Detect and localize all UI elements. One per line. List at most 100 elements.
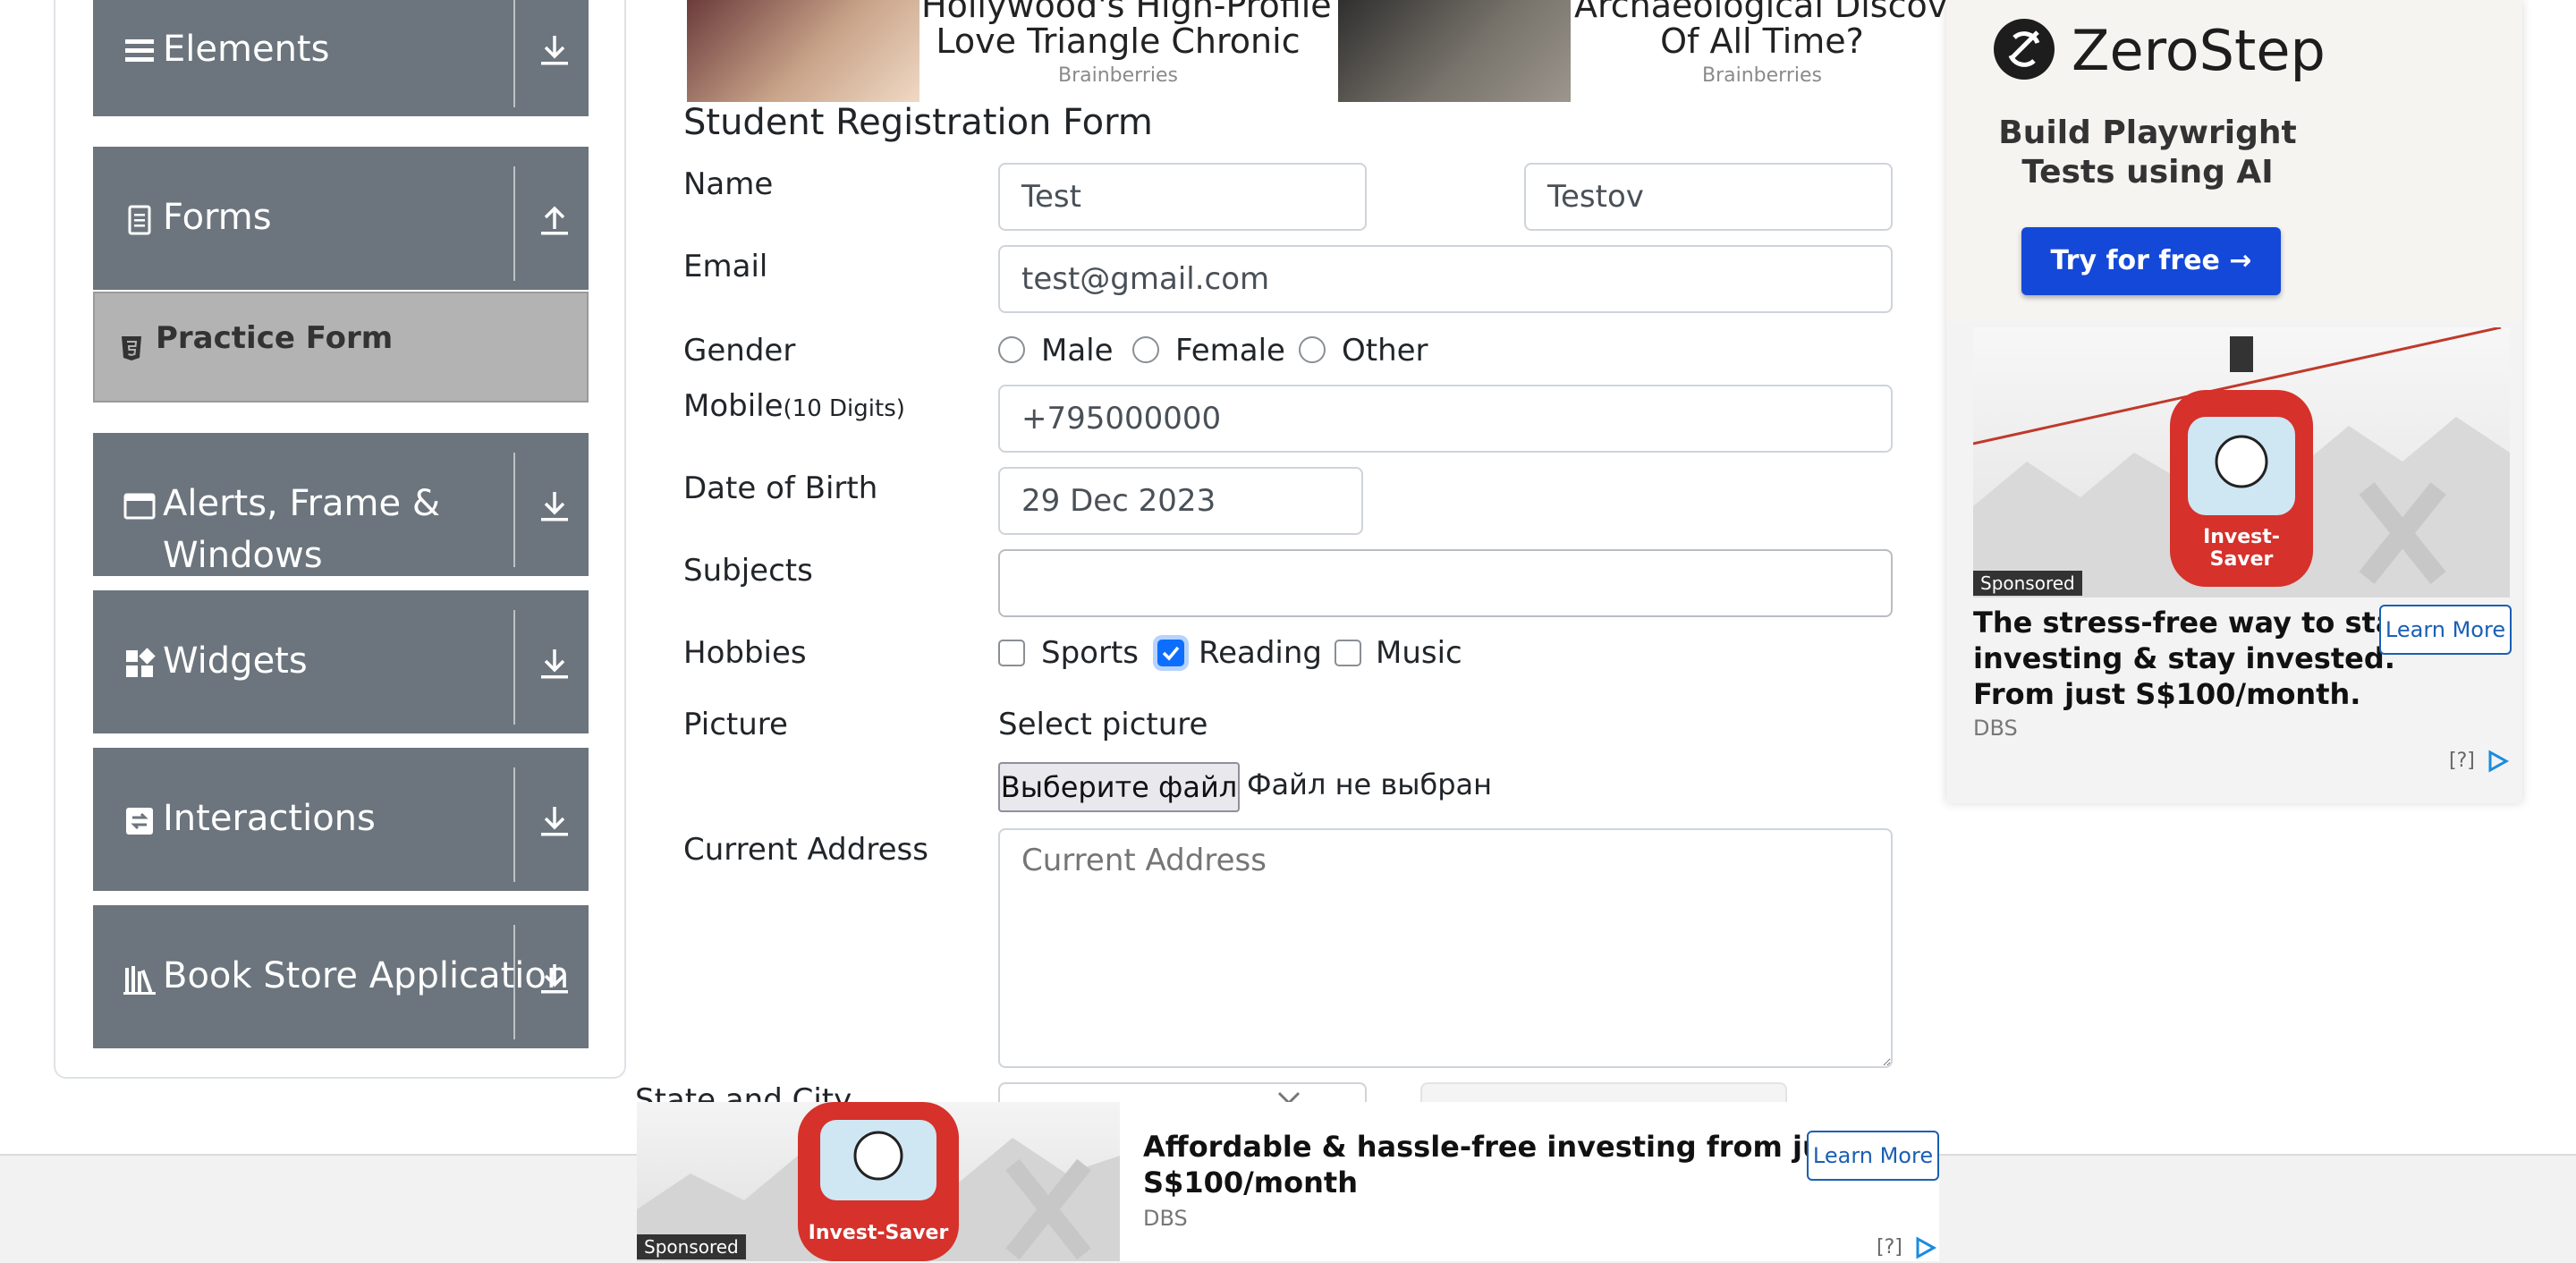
ad-title: Archaeological Discovery bbox=[1574, 0, 1950, 25]
hobby-music-checkbox[interactable] bbox=[1335, 640, 1361, 666]
dob-label: Date of Birth bbox=[683, 470, 878, 506]
sidebar-group-book-store[interactable]: Book Store Application bbox=[93, 905, 589, 1048]
name-label: Name bbox=[683, 166, 774, 202]
sidebar-group-elements[interactable]: Elements bbox=[93, 0, 589, 116]
sponsored-label: Sponsored bbox=[637, 1234, 746, 1259]
ad-text-line3: From just S$100/month. bbox=[1973, 677, 2361, 711]
dob-input[interactable]: 29 Dec 2023 bbox=[998, 467, 1363, 535]
html5-icon bbox=[122, 336, 141, 360]
list-icon bbox=[125, 39, 154, 62]
download-arrow-icon[interactable] bbox=[538, 961, 571, 996]
books-icon bbox=[123, 966, 156, 995]
subjects-input[interactable] bbox=[998, 549, 1893, 617]
ad-text-line2: S$100/month bbox=[1143, 1166, 1358, 1199]
ad-text-line1: Affordable & hassle-free investing from … bbox=[1143, 1130, 1854, 1164]
ad-text-line2: investing & stay invested. bbox=[1973, 641, 2395, 675]
sidebar-group-label: Forms bbox=[163, 197, 272, 238]
learn-more-button[interactable]: Learn More bbox=[2379, 605, 2512, 655]
picture-label: Picture bbox=[683, 707, 788, 742]
hobby-reading-label[interactable]: Reading bbox=[1199, 635, 1322, 671]
ad-brand: ZeroStep bbox=[2072, 18, 2326, 83]
current-address-label: Current Address bbox=[683, 832, 928, 868]
ad-image-badge: Invest-Saver bbox=[2203, 526, 2280, 571]
divider bbox=[513, 166, 515, 281]
gender-female-radio[interactable] bbox=[1132, 336, 1159, 363]
ad-text[interactable]: The stress-free way to start investing &… bbox=[1973, 605, 2423, 712]
sidebar-group-widgets[interactable]: Widgets bbox=[93, 590, 589, 733]
ad-title-line2: Love Triangle Chronic bbox=[936, 21, 1301, 61]
ad-advertiser: DBS bbox=[1143, 1206, 1188, 1231]
hobby-reading-checkbox[interactable] bbox=[1157, 640, 1184, 666]
ad-help-link[interactable]: [?] bbox=[2449, 750, 2475, 772]
mobile-input[interactable]: +795000000 bbox=[998, 385, 1893, 453]
top-ad-2[interactable]: Archaeological Discovery Of All Time? Br… bbox=[1574, 0, 1950, 87]
divider bbox=[513, 925, 515, 1039]
sidebar-item-label: Practice Form bbox=[156, 320, 394, 356]
select-picture-label: Select picture bbox=[998, 707, 1208, 742]
try-for-free-button[interactable]: Try for free → bbox=[2021, 227, 2281, 295]
sidebar-group-label: Elements bbox=[163, 29, 330, 70]
gender-other-label[interactable]: Other bbox=[1342, 333, 1428, 369]
ad-source: Brainberries bbox=[1058, 64, 1178, 87]
sidebar-group-interactions[interactable]: Interactions bbox=[93, 748, 589, 891]
gender-male-radio[interactable] bbox=[998, 336, 1025, 363]
download-arrow-icon[interactable] bbox=[538, 32, 571, 68]
ad-advertiser: DBS bbox=[1973, 716, 2018, 741]
ad-source: Brainberries bbox=[1702, 64, 1822, 87]
hobby-sports-label[interactable]: Sports bbox=[1041, 635, 1139, 671]
page-title: Student Registration Form bbox=[683, 102, 1153, 143]
download-arrow-icon[interactable] bbox=[538, 646, 571, 682]
sidebar: Elements Forms Practice Form Alerts, Fra… bbox=[54, 0, 626, 1079]
sponsored-label: Sponsored bbox=[1973, 571, 2082, 596]
hobby-music-label[interactable]: Music bbox=[1376, 635, 1462, 671]
divider bbox=[513, 767, 515, 882]
sidebar-group-label: Widgets bbox=[163, 640, 308, 682]
ad-headline-line2: Tests using AI bbox=[2021, 154, 2274, 191]
hobby-sports-checkbox[interactable] bbox=[998, 640, 1025, 666]
sidebar-group-forms[interactable]: Forms bbox=[93, 147, 589, 290]
current-address-textarea[interactable] bbox=[998, 828, 1893, 1068]
ad-image-badge: Invest-Saver bbox=[808, 1222, 949, 1244]
gender-other-radio[interactable] bbox=[1299, 336, 1326, 363]
top-ad-1[interactable]: Hollywood's High-Profile Love Triangle C… bbox=[921, 0, 1332, 87]
sidebar-group-alerts-frame-windows[interactable]: Alerts, Frame & Windows bbox=[93, 433, 589, 576]
interactions-icon bbox=[126, 808, 153, 835]
last-name-input[interactable]: Testov bbox=[1524, 163, 1893, 231]
invest-saver-image[interactable]: Invest-Saver Sponsored bbox=[1973, 327, 2510, 598]
mobile-hint: (10 Digits) bbox=[783, 395, 905, 422]
mobile-label: Mobile(10 Digits) bbox=[683, 388, 905, 424]
ad-thumbnail-image[interactable] bbox=[687, 0, 919, 102]
choose-file-button[interactable]: Выберите файл bbox=[998, 762, 1240, 812]
download-arrow-icon[interactable] bbox=[538, 803, 571, 839]
ad-headline: Build Playwright bbox=[1998, 114, 2297, 151]
zerostep-banner[interactable]: ZeroStep Build Playwright Tests using AI… bbox=[1946, 0, 2522, 322]
ad-text-line1: The stress-free way to start bbox=[1973, 606, 2423, 640]
ad-text[interactable]: Affordable & hassle-free investing from … bbox=[1143, 1129, 1853, 1200]
adchoices-icon[interactable] bbox=[2487, 750, 2510, 773]
ad-help-link[interactable]: [?] bbox=[1877, 1236, 1902, 1259]
divider bbox=[513, 610, 515, 725]
right-ad[interactable]: ZeroStep Build Playwright Tests using AI… bbox=[1946, 0, 2522, 803]
email-input[interactable]: test@gmail.com bbox=[998, 245, 1893, 313]
sidebar-group-label: Alerts, Frame & bbox=[163, 483, 441, 524]
hobbies-label: Hobbies bbox=[683, 635, 807, 671]
learn-more-button[interactable]: Learn More bbox=[1807, 1131, 1939, 1181]
zerostep-logo-icon bbox=[1994, 19, 2055, 80]
sidebar-group-label: Book Store Application bbox=[163, 955, 570, 996]
ad-title-line2: Of All Time? bbox=[1660, 21, 1864, 61]
file-status: Файл не выбран bbox=[1247, 767, 1493, 801]
download-arrow-icon[interactable] bbox=[538, 488, 571, 524]
upload-arrow-icon[interactable] bbox=[538, 202, 571, 238]
sidebar-item-practice-form[interactable]: Practice Form bbox=[93, 292, 589, 403]
bottom-ad[interactable]: Invest-Saver Sponsored Affordable & hass… bbox=[637, 1102, 1939, 1261]
sidebar-group-label: Interactions bbox=[163, 798, 376, 839]
divider bbox=[513, 453, 515, 567]
widgets-icon bbox=[126, 648, 156, 677]
first-name-input[interactable]: Test bbox=[998, 163, 1367, 231]
gender-male-label[interactable]: Male bbox=[1041, 333, 1114, 369]
adchoices-icon[interactable] bbox=[1914, 1236, 1937, 1259]
gender-female-label[interactable]: Female bbox=[1175, 333, 1285, 369]
ad-thumbnail-image[interactable] bbox=[1338, 0, 1571, 102]
invest-saver-image[interactable]: Invest-Saver Sponsored bbox=[637, 1102, 1120, 1261]
email-label: Email bbox=[683, 249, 768, 284]
